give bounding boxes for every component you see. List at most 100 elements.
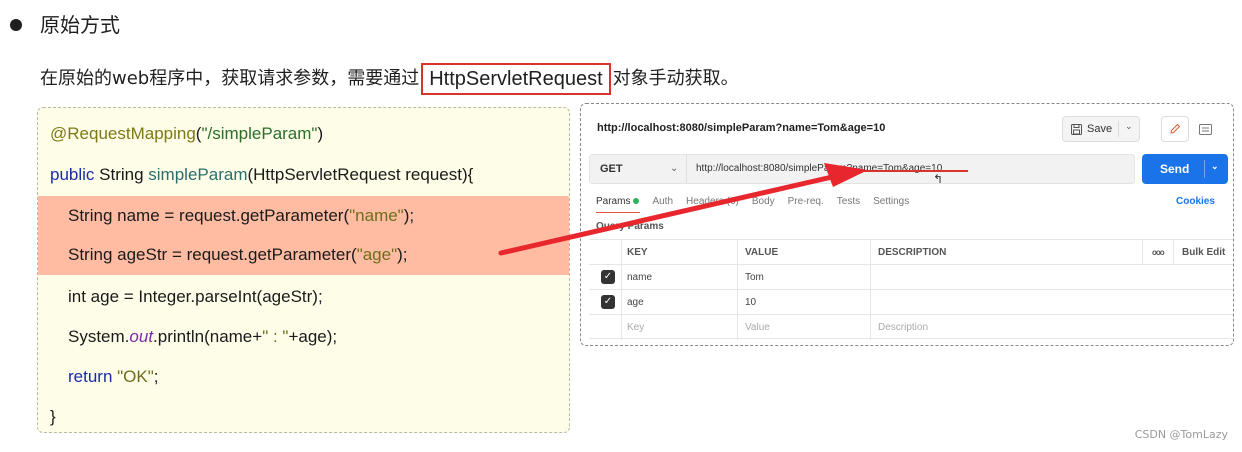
code-text: ); [397, 245, 408, 264]
code-line-1: @RequestMapping("/simpleParam") [38, 114, 569, 154]
save-button[interactable]: Save ⌄ [1062, 116, 1140, 142]
tab-label: Params [596, 196, 631, 207]
section-heading: 原始方式 [40, 13, 120, 37]
table-row-empty: Key Value Description [589, 314, 1233, 340]
url-input[interactable]: http://localhost:8080/simpleParam?name=T… [696, 155, 942, 183]
chevron-down-icon[interactable]: ⌄ [1125, 121, 1133, 132]
column-divider [737, 315, 738, 340]
tab-auth[interactable]: Auth [652, 196, 673, 207]
code-annotation: @RequestMapping [50, 124, 196, 143]
column-value-header: VALUE [745, 247, 779, 258]
code-type: String [94, 165, 149, 184]
request-title: http://localhost:8080/simpleParam?name=T… [597, 122, 886, 134]
column-divider [621, 315, 622, 340]
column-divider [870, 290, 871, 315]
column-description-header: DESCRIPTION [878, 247, 947, 258]
save-divider [1118, 121, 1119, 137]
tab-tests[interactable]: Tests [837, 196, 860, 207]
cookies-link[interactable]: Cookies [1176, 196, 1215, 207]
table-header-row: KEY VALUE DESCRIPTION ooo Bulk Edit [589, 239, 1233, 265]
code-line-3: String name = request.getParameter("name… [38, 196, 569, 236]
more-options-icon[interactable]: ooo [1152, 240, 1165, 265]
bulk-edit-button[interactable]: Bulk Edit [1182, 240, 1225, 265]
param-key[interactable]: name [627, 265, 652, 290]
description-placeholder[interactable]: Description [878, 315, 928, 340]
column-divider [1142, 240, 1143, 265]
code-string: "name" [349, 206, 404, 225]
code-string: " : " [262, 327, 289, 346]
code-panel: @RequestMapping("/simpleParam") public S… [37, 107, 570, 433]
watermark: CSDN @TomLazy [1134, 428, 1228, 441]
query-params-label: Query Params [596, 221, 664, 232]
code-method-name: simpleParam [148, 165, 248, 184]
column-divider [737, 240, 738, 265]
documentation-button[interactable] [1191, 116, 1219, 142]
chevron-down-icon[interactable]: ⌄ [670, 155, 678, 183]
bullet-dot [10, 19, 22, 31]
postman-panel: http://localhost:8080/simpleParam?name=T… [580, 103, 1234, 346]
desc-before: 在原始的web程序中，获取请求参数，需要通过 [40, 68, 420, 89]
document-icon [1198, 123, 1212, 135]
request-bar: GET ⌄ http://localhost:8080/simpleParam?… [589, 154, 1135, 184]
tab-body[interactable]: Body [752, 196, 775, 207]
code-text: +age); [288, 327, 338, 346]
send-label: Send [1160, 162, 1190, 176]
code-line-6: System.out.println(name+" : "+age); [38, 317, 569, 357]
column-divider [737, 290, 738, 315]
desc-after: 对象手动获取。 [612, 68, 739, 89]
code-line-4: String ageStr = request.getParameter("ag… [38, 235, 569, 275]
column-divider [870, 265, 871, 290]
code-keyword: public [50, 165, 95, 184]
section-description: 在原始的web程序中，获取请求参数，需要通过 HttpServletReques… [40, 63, 739, 95]
column-divider [1173, 240, 1174, 265]
code-string: "OK" [112, 367, 154, 386]
code-text: ; [153, 367, 159, 386]
param-value[interactable]: Tom [745, 265, 764, 290]
url-underline-marker [864, 170, 968, 172]
column-divider [870, 315, 871, 340]
column-divider [870, 240, 871, 265]
code-line-5: int age = Integer.parseInt(ageStr); [38, 277, 569, 317]
request-tabs: Params Auth Headers (6) Body Pre-req. Te… [596, 196, 909, 207]
column-divider [621, 265, 622, 290]
code-text: .println(name+ [153, 327, 263, 346]
code-static-field: out [129, 327, 154, 346]
param-value[interactable]: 10 [745, 290, 756, 315]
code-keyword: return [68, 367, 113, 386]
code-line-7: return "OK"; [38, 357, 569, 397]
tab-active-indicator [596, 212, 640, 213]
column-key-header: KEY [627, 247, 648, 258]
table-row: ✓ name Tom [589, 264, 1233, 290]
method-divider [686, 155, 687, 183]
value-placeholder[interactable]: Value [745, 315, 770, 340]
edit-button[interactable] [1161, 116, 1189, 142]
save-icon [1071, 123, 1082, 135]
code-params: (HttpServletRequest request){ [247, 165, 474, 184]
tab-headers[interactable]: Headers (6) [686, 196, 739, 207]
checkbox-checked-icon[interactable]: ✓ [601, 295, 615, 309]
code-string: "/simpleParam" [201, 124, 318, 143]
desc-highlight: HttpServletRequest [421, 63, 611, 95]
tab-params[interactable]: Params [596, 196, 640, 207]
param-key[interactable]: age [627, 290, 644, 315]
checkbox-checked-icon[interactable]: ✓ [601, 270, 615, 284]
params-table: KEY VALUE DESCRIPTION ooo Bulk Edit ✓ na… [589, 239, 1233, 340]
tab-prereq[interactable]: Pre-req. [788, 196, 824, 207]
column-divider [737, 265, 738, 290]
send-button[interactable]: Send ⌄ [1142, 154, 1228, 184]
column-divider [621, 290, 622, 315]
column-divider [621, 240, 622, 265]
code-text: ); [403, 206, 415, 225]
pencil-icon [1170, 123, 1181, 134]
code-string: "age" [356, 245, 398, 264]
key-placeholder[interactable]: Key [627, 315, 644, 340]
tab-settings[interactable]: Settings [873, 196, 909, 207]
code-paren-close: ) [317, 124, 324, 143]
chevron-down-icon[interactable]: ⌄ [1211, 161, 1219, 172]
method-select[interactable]: GET [600, 155, 623, 183]
code-text: String ageStr = request.getParameter( [68, 245, 357, 264]
send-divider [1204, 160, 1205, 178]
code-line-2: public String simpleParam(HttpServletReq… [38, 155, 569, 195]
code-brace: } [50, 407, 56, 426]
table-row: ✓ age 10 [589, 289, 1233, 315]
